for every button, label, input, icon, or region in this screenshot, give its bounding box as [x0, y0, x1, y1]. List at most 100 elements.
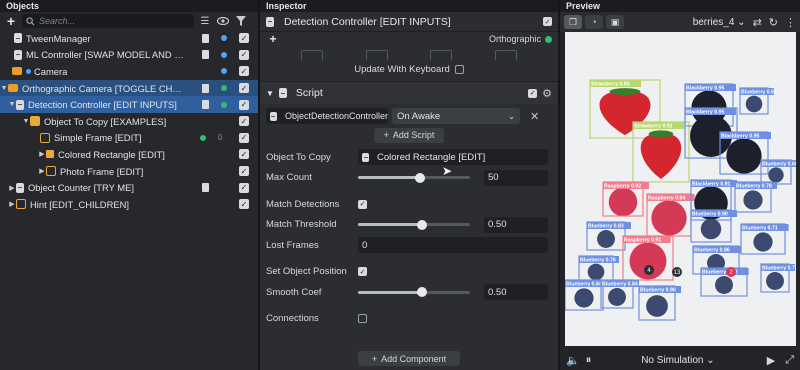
gear-icon[interactable]: ⚙: [542, 87, 552, 100]
detection-label: Blackberry 0.95: [721, 134, 759, 140]
fullscreen-icon[interactable]: ⤢: [785, 354, 794, 367]
layout-icon-strip: [260, 46, 558, 60]
speaker-icon[interactable]: 🔈: [566, 354, 580, 367]
match-threshold-label: Match Threshold: [266, 219, 337, 231]
device-mode-icon[interactable]: ▣: [606, 15, 624, 29]
blue-dot-icon: [26, 68, 31, 74]
tree-row-tweenmanager[interactable]: TweenManager ✓: [0, 30, 258, 47]
funnel-icon[interactable]: [234, 14, 248, 28]
chevron-down-icon[interactable]: ▼: [8, 101, 16, 108]
add-component-button[interactable]: + Add Component: [357, 351, 461, 366]
match-detections-checkbox[interactable]: ✓: [358, 199, 367, 209]
enabled-checkbox[interactable]: ✓: [239, 182, 249, 193]
enabled-checkbox[interactable]: ✓: [239, 83, 249, 94]
object-name[interactable]: Detection Controller [EDIT INPUTS]: [284, 16, 537, 28]
tree-row-object-counter[interactable]: ▶ Object Counter [TRY ME] ✓: [0, 179, 258, 196]
object-icon: [362, 152, 369, 162]
set-object-position-checkbox[interactable]: ✓: [358, 267, 367, 277]
camera-icon: [12, 67, 22, 76]
enabled-checkbox[interactable]: ✓: [239, 116, 249, 127]
enabled-checkbox[interactable]: ✓: [239, 166, 249, 177]
chevron-right-icon[interactable]: ▶: [8, 200, 16, 208]
smooth-coef-slider[interactable]: [358, 287, 470, 298]
frames-mode-icon[interactable]: ❐: [564, 15, 582, 29]
detection-overlay: Strawberry 0.84 Strawberry 0.91 Blueberry …: [565, 79, 796, 321]
enabled-checkbox[interactable]: ✓: [239, 66, 249, 77]
object-enabled-checkbox[interactable]: ✓: [543, 17, 552, 26]
detection-label: Strawberry 0.91: [634, 124, 673, 130]
match-threshold-slider[interactable]: [358, 219, 470, 230]
script-enabled-checkbox[interactable]: ✓: [528, 88, 538, 98]
search-input[interactable]: Search...: [22, 14, 194, 28]
enabled-checkbox[interactable]: ✓: [239, 99, 249, 110]
max-count-input[interactable]: 50: [484, 169, 548, 186]
layout-icon[interactable]: [365, 50, 388, 60]
tree-row-simple-frame[interactable]: Simple Frame [EDIT] 0 ✓: [0, 130, 258, 147]
chevron-right-icon[interactable]: ▶: [8, 184, 16, 192]
update-with-keyboard-checkbox[interactable]: [454, 64, 464, 74]
connections-checkbox[interactable]: [358, 314, 367, 324]
slider-fill: [358, 223, 422, 227]
close-icon[interactable]: ✕: [530, 110, 539, 123]
match-detections-row: Match Detections ✓: [260, 194, 558, 215]
enabled-checkbox[interactable]: ✓: [239, 132, 249, 143]
detection-label: Blueberry 0.68: [762, 162, 796, 168]
tree-row-photo-frame[interactable]: ▶ Photo Frame [EDIT] ✓: [0, 163, 258, 180]
tree-row-object-to-copy[interactable]: ▼ Object To Copy [EXAMPLES] ✓: [0, 113, 258, 130]
slider-knob[interactable]: [416, 287, 427, 298]
object-to-copy-label: Object To Copy: [266, 151, 331, 163]
tree-row-ml-controller[interactable]: ML Controller [SWAP MODEL AND LABELS] ✓: [0, 47, 258, 64]
swap-icon[interactable]: ⇄: [753, 16, 762, 29]
layout-icon[interactable]: [301, 50, 324, 60]
more-icon[interactable]: ⋮: [785, 16, 796, 29]
tree-row-camera[interactable]: Camera ✓: [0, 63, 258, 80]
pause-icon[interactable]: ⏸: [586, 354, 592, 367]
max-count-slider[interactable]: [358, 172, 470, 183]
chevron-down-icon[interactable]: ▼: [266, 89, 274, 98]
reset-icon[interactable]: ↻: [769, 16, 778, 29]
enabled-checkbox[interactable]: ✓: [239, 33, 249, 44]
tree-row-hint[interactable]: ▶ Hint [EDIT_CHILDREN] ✓: [0, 196, 258, 213]
simulation-selector[interactable]: No Simulation ⌄: [641, 355, 714, 366]
enabled-checkbox[interactable]: ✓: [239, 49, 249, 60]
detection-label: Blueberry 0.76: [580, 258, 616, 264]
camera-record-icon[interactable]: ▶: [767, 354, 775, 367]
layer-dot-icon: [221, 68, 227, 75]
slider-knob[interactable]: [414, 172, 425, 183]
scene-selector[interactable]: berries_4 ⌄: [693, 17, 746, 28]
set-object-position-row: Set Object Position ✓: [260, 262, 558, 283]
lost-frames-input[interactable]: 0: [358, 237, 548, 254]
preview-image[interactable]: Strawberry 0.84 Strawberry 0.91 Blueberry …: [565, 32, 796, 346]
chevron-right-icon[interactable]: ▶: [38, 167, 46, 175]
eye-icon[interactable]: [216, 14, 230, 28]
speed-mode-icon[interactable]: ◔: [585, 15, 603, 29]
add-component-label: Add Component: [381, 353, 447, 364]
smooth-coef-input[interactable]: 0.50: [484, 284, 548, 301]
script-file-row: ObjectDetectionController On Awake ⌄ ✕: [266, 107, 552, 125]
add-object-icon[interactable]: +: [4, 14, 18, 28]
add-component-plus-icon[interactable]: +: [266, 32, 280, 46]
chevron-right-icon[interactable]: ▶: [38, 150, 46, 158]
chevron-down-icon[interactable]: ▼: [0, 85, 8, 92]
detection-label: Strawberry 0.84: [591, 82, 630, 88]
filter-list-icon[interactable]: ☰: [198, 14, 212, 28]
enabled-checkbox[interactable]: ✓: [239, 199, 249, 210]
object-to-copy-field[interactable]: Colored Rectangle [EDIT]: [358, 149, 548, 166]
tree-row-detection-controller[interactable]: ▼ Detection Controller [EDIT INPUTS] ✓: [0, 96, 258, 113]
enabled-checkbox[interactable]: ✓: [239, 149, 249, 160]
tree-row-colored-rectangle[interactable]: ▶ Colored Rectangle [EDIT] ✓: [0, 146, 258, 163]
add-script-button[interactable]: + Add Script: [373, 127, 445, 143]
slider-knob[interactable]: [416, 219, 427, 230]
match-threshold-input[interactable]: 0.50: [484, 216, 548, 233]
script-component-header[interactable]: ▼ Script ✓ ⚙: [260, 82, 558, 104]
tree-row-orthographic-camera[interactable]: ▼ Orthographic Camera [TOGGLE CHILDREN] …: [0, 79, 258, 97]
object-icon: [16, 99, 24, 110]
chevron-down-icon[interactable]: ▼: [22, 118, 30, 125]
detection-label: Blackberry 0.95: [686, 86, 724, 92]
tree-row-label: TweenManager: [26, 32, 91, 44]
layout-icon[interactable]: [494, 50, 517, 60]
object-icon: [16, 182, 24, 193]
script-event-dropdown[interactable]: On Awake ⌄: [392, 108, 520, 124]
layout-icon[interactable]: [430, 50, 453, 60]
script-file-field[interactable]: ObjectDetectionController: [266, 108, 388, 124]
